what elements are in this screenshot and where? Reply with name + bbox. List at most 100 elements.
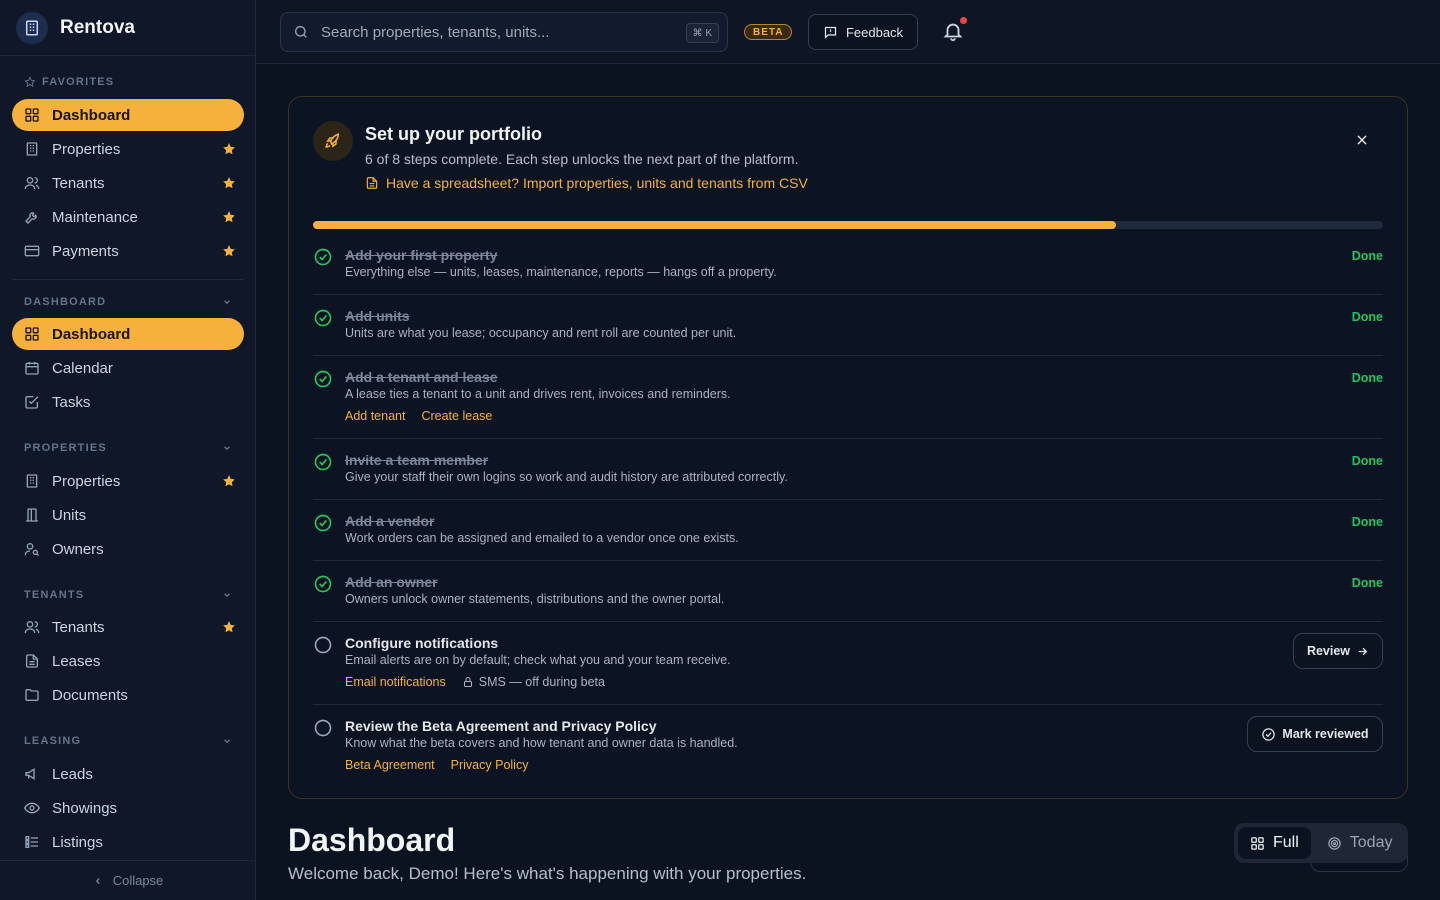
beta-agreement-link[interactable]: Beta Agreement: [345, 758, 435, 772]
step-description: Email alerts are on by default; check wh…: [345, 653, 731, 667]
view-today-button[interactable]: Today: [1315, 827, 1405, 859]
calendar-icon: [24, 360, 40, 376]
step-links: Add tenant Create lease: [345, 409, 492, 423]
view-full-button[interactable]: Full: [1238, 827, 1311, 859]
sidebar-fav-tenants[interactable]: Tenants: [12, 167, 244, 199]
door-icon: [24, 507, 40, 523]
app-name: Rentova: [60, 16, 135, 38]
search-input[interactable]: [321, 23, 661, 41]
sidebar-item-calendar[interactable]: Calendar: [12, 352, 244, 384]
target-icon: [1328, 836, 1341, 850]
sidebar-item-label: Leases: [52, 652, 101, 670]
step-done-label: Done: [1351, 576, 1383, 590]
section-tenants[interactable]: TENANTS: [0, 585, 256, 605]
eye-icon: [24, 800, 40, 816]
sidebar-item-label: Tenants: [52, 618, 105, 636]
sidebar-fav-properties[interactable]: Properties: [12, 133, 244, 165]
sidebar-item-label: Calendar: [52, 359, 113, 377]
sidebar-item-owners[interactable]: Owners: [12, 533, 244, 565]
brand[interactable]: Rentova: [0, 0, 255, 56]
step-done-label: Done: [1351, 454, 1383, 468]
topbar: ⌘ K BETA Feedback: [256, 0, 1440, 64]
setup-step: Add a tenant and lease A lease ties a te…: [313, 369, 1383, 439]
sidebar-fav-dashboard[interactable]: Dashboard: [12, 99, 244, 131]
favorites-list: Dashboard Properties Tenants Maintenance…: [0, 99, 256, 267]
sidebar-fav-payments[interactable]: Payments: [12, 235, 244, 267]
sms-status-label: SMS — off during beta: [478, 675, 605, 689]
mark-reviewed-button[interactable]: Mark reviewed: [1247, 716, 1383, 752]
step-description: Give your staff their own logins so work…: [345, 470, 788, 484]
leasing-list: Leads Showings Listings: [0, 758, 256, 858]
step-title: Review the Beta Agreement and Privacy Po…: [345, 718, 657, 734]
search-box[interactable]: ⌘ K: [280, 12, 728, 52]
chevron-down-icon: [224, 739, 230, 744]
dashboard-list: Dashboard Calendar Tasks: [0, 318, 256, 418]
check-circle-icon: [313, 308, 333, 328]
create-lease-link[interactable]: Create lease: [421, 409, 492, 423]
sidebar-item-tenants[interactable]: Tenants: [12, 611, 244, 643]
sidebar-item-leases[interactable]: Leases: [12, 645, 244, 677]
add-tenant-link[interactable]: Add tenant: [345, 409, 405, 423]
star-filled-icon[interactable]: [222, 620, 236, 638]
lock-icon: [463, 677, 472, 687]
check-circle-icon: [313, 513, 333, 533]
chevron-left-icon: [95, 877, 100, 884]
sidebar-item-units[interactable]: Units: [12, 499, 244, 531]
check-circle-icon: [313, 247, 333, 267]
step-title: Invite a team member: [345, 452, 489, 468]
setup-step: Configure notifications Email alerts are…: [313, 633, 1383, 705]
sidebar-item-properties[interactable]: Properties: [12, 465, 244, 497]
step-done-label: Done: [1351, 249, 1383, 263]
email-notifications-link[interactable]: Email notifications: [345, 675, 446, 689]
collapse-sidebar-button[interactable]: Collapse: [0, 860, 256, 900]
building-logo-icon: [16, 11, 48, 44]
star-filled-icon[interactable]: [222, 244, 236, 262]
privacy-policy-link[interactable]: Privacy Policy: [451, 758, 529, 772]
sidebar-item-documents[interactable]: Documents: [12, 679, 244, 711]
star-filled-icon[interactable]: [222, 142, 236, 160]
star-filled-icon[interactable]: [222, 474, 236, 492]
view-today-label: Today: [1349, 834, 1393, 851]
step-title: Add a tenant and lease: [345, 369, 498, 385]
setup-step: Add units Units are what you lease; occu…: [313, 308, 1383, 356]
sidebar-item-label: Leads: [52, 765, 93, 783]
feedback-label: Feedback: [845, 24, 904, 40]
close-setup-button[interactable]: [1355, 133, 1371, 149]
sidebar-item-listings[interactable]: Listings: [12, 826, 244, 858]
setup-step: Add a vendor Work orders can be assigned…: [313, 513, 1383, 561]
sidebar-item-leads[interactable]: Leads: [12, 758, 244, 790]
sidebar-item-dashboard[interactable]: Dashboard: [12, 318, 244, 350]
step-description: A lease ties a tenant to a unit and driv…: [345, 387, 731, 401]
feedback-button[interactable]: Feedback: [808, 14, 918, 50]
section-properties[interactable]: PROPERTIES: [0, 438, 256, 458]
import-link-label: Have a spreadsheet? Import properties, u…: [386, 175, 808, 191]
sidebar-fav-maintenance[interactable]: Maintenance: [12, 201, 244, 233]
search-icon: [295, 26, 307, 38]
import-csv-link[interactable]: Have a spreadsheet? Import properties, u…: [365, 175, 808, 191]
star-filled-icon[interactable]: [222, 210, 236, 228]
properties-list: Properties Units Owners: [0, 465, 256, 565]
section-leasing[interactable]: LEASING: [0, 731, 256, 751]
star-filled-icon[interactable]: [222, 176, 236, 194]
grid-icon: [24, 326, 40, 342]
step-title: Add a vendor: [345, 513, 435, 529]
sidebar-item-label: Units: [52, 506, 87, 524]
step-title: Add your first property: [345, 247, 498, 263]
setup-step: Review the Beta Agreement and Privacy Po…: [313, 716, 1383, 778]
section-title-dashboard: DASHBOARD: [24, 296, 107, 308]
notifications-button[interactable]: [942, 17, 967, 44]
arrow-right-icon: [1358, 647, 1368, 655]
sidebar-item-showings[interactable]: Showings: [12, 792, 244, 824]
page-subtitle: Welcome back, Demo! Here's what's happen…: [288, 864, 807, 883]
grid-icon: [24, 107, 40, 123]
sms-status: SMS — off during beta: [462, 675, 605, 689]
sidebar-item-label: Payments: [52, 242, 119, 260]
sidebar-item-tasks[interactable]: Tasks: [12, 386, 244, 418]
setup-progress-bar: [313, 221, 1383, 229]
section-dashboard[interactable]: DASHBOARD: [0, 292, 256, 312]
checkbox-icon: [24, 394, 40, 410]
list-icon: [24, 834, 40, 850]
document-icon: [24, 653, 40, 669]
sidebar-item-label: Maintenance: [52, 208, 138, 226]
review-button[interactable]: Review: [1293, 633, 1383, 669]
